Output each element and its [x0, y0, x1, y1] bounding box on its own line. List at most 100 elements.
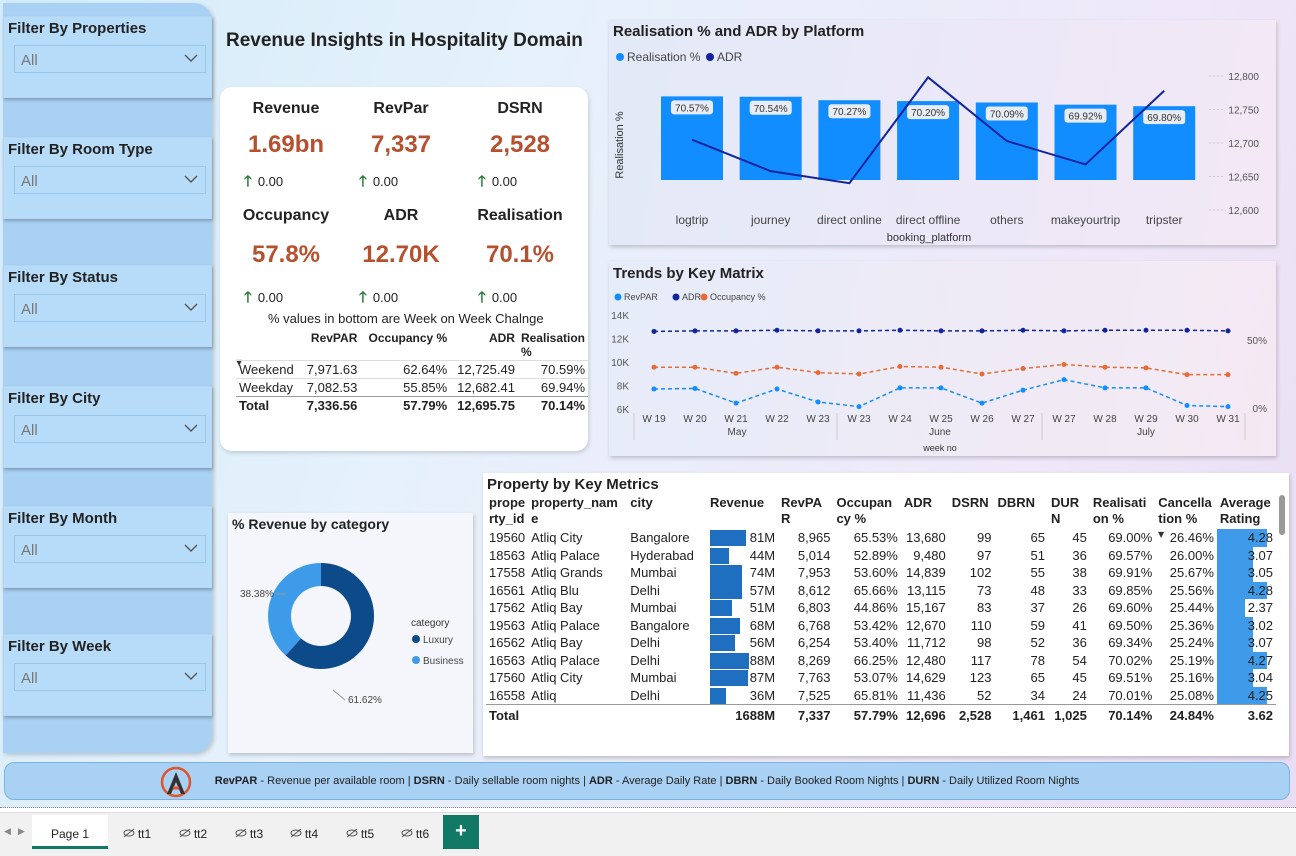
data-point[interactable] [692, 328, 698, 334]
tab-page-1[interactable]: Page 1 [32, 815, 108, 849]
data-point[interactable] [692, 364, 698, 370]
data-point[interactable] [979, 400, 985, 406]
data-point[interactable] [1061, 328, 1067, 334]
data-point[interactable] [979, 328, 985, 334]
column-header[interactable]: city [627, 493, 707, 529]
scroll-left-icon[interactable]: ◀ [4, 827, 11, 837]
data-point[interactable] [733, 370, 739, 376]
data-point[interactable] [1061, 377, 1067, 383]
data-point[interactable] [815, 328, 821, 334]
table-cell: 69.34% [1108, 635, 1153, 650]
data-point[interactable] [1184, 402, 1190, 408]
table-row[interactable]: 17560 Atliq City Mumbai 87M 7,763 53.07% 14,62… [486, 669, 1276, 687]
data-point[interactable] [938, 328, 944, 334]
table-row[interactable]: 18563 Atliq Palace Hyderabad 44M 5,014 52.89%… [486, 546, 1276, 564]
data-point[interactable] [979, 371, 985, 377]
data-point[interactable] [1143, 385, 1149, 391]
column-header[interactable]: Average Rating [1217, 493, 1276, 529]
table-row[interactable]: 16561 Atliq Blu Delhi 57M 8,612 65.66% 13,115 7… [486, 581, 1276, 599]
column-header[interactable]: Realisation % [1090, 493, 1155, 529]
table-row[interactable]: 19563 Atliq Palace Bangalore 68M 6,768 53.42%… [486, 616, 1276, 634]
data-point[interactable] [897, 364, 903, 370]
table-cell: 41 [1072, 617, 1087, 633]
total-cell: 3.62 [1247, 707, 1273, 723]
tab-hidden-page[interactable]: tt2 [166, 815, 220, 849]
tab-hidden-page[interactable]: tt5 [333, 815, 387, 849]
data-point[interactable] [1102, 327, 1108, 333]
table-scrollbar[interactable] [1279, 495, 1285, 535]
data-point[interactable] [1184, 327, 1190, 333]
data-point[interactable] [1102, 385, 1108, 391]
table-row[interactable]: 17562 Atliq Bay Mumbai 51M 6,803 44.86% 15,167… [486, 599, 1276, 617]
table-cell: Atliq Palace [531, 547, 600, 563]
filter-dropdown[interactable]: All [14, 166, 206, 194]
data-point[interactable] [1020, 327, 1026, 333]
data-point[interactable] [774, 327, 780, 333]
table-cell: 70.02% [1108, 652, 1153, 668]
add-page-button[interactable]: + [443, 815, 479, 849]
tab-hidden-page[interactable]: tt1 [110, 815, 164, 849]
data-point[interactable] [856, 371, 862, 377]
data-point[interactable] [1184, 372, 1190, 378]
column-header[interactable]: Cancellation % [1155, 493, 1217, 529]
tab-hidden-page[interactable]: tt6 [388, 815, 442, 849]
x-tick-label: W 28 [1093, 414, 1117, 425]
donut-slice[interactable] [268, 563, 321, 656]
column-header[interactable]: ADR [901, 493, 949, 529]
data-point[interactable] [1143, 365, 1149, 371]
column-header[interactable]: Revenue [707, 493, 778, 529]
sort-down-icon[interactable]: ▼ [1158, 530, 1164, 539]
tab-hidden-page[interactable]: tt4 [277, 815, 331, 849]
column-header[interactable]: Occupancy % [833, 493, 900, 529]
column-header[interactable]: property_id [486, 493, 528, 529]
data-point[interactable] [938, 364, 944, 370]
column-header[interactable]: DURN [1048, 493, 1090, 529]
data-point[interactable] [1020, 387, 1026, 393]
data-point[interactable] [815, 370, 821, 376]
column-header[interactable]: RevPAR [778, 493, 833, 529]
filter-dropdown[interactable]: All [14, 535, 206, 563]
filter-dropdown[interactable]: All [14, 45, 206, 73]
series-line[interactable] [653, 378, 1229, 408]
column-header[interactable]: DBRN [995, 493, 1048, 529]
column-header[interactable]: property_name [528, 493, 627, 529]
kpi-label: Revenue [252, 100, 320, 117]
data-point[interactable] [897, 385, 903, 391]
table-cell: 65.66% [853, 582, 898, 598]
data-point[interactable] [733, 400, 739, 406]
data-point[interactable] [733, 328, 739, 334]
column-header[interactable]: DSRN [949, 493, 995, 529]
filter-dropdown[interactable]: All [14, 415, 206, 443]
table-row[interactable]: 16562 Atliq Bay Delhi 56M 6,254 53.40% 11,712 9… [486, 634, 1276, 652]
plus-icon: + [455, 820, 467, 842]
tab-hidden-page[interactable]: tt3 [222, 815, 276, 849]
filter-dropdown[interactable]: All [14, 663, 206, 691]
data-point[interactable] [1225, 404, 1231, 410]
page-tab-bar: ◀ ▶ Page 1 tt1 tt2 tt3 tt4 tt5 tt6 + [0, 812, 1296, 856]
filter-dropdown[interactable]: All [14, 294, 206, 322]
table-cell: 69.51% [1108, 670, 1153, 685]
table-row[interactable]: 17558 Atliq Grands Mumbai 74M 7,953 53.60% 14,… [486, 564, 1276, 599]
data-point[interactable] [692, 385, 698, 391]
data-point[interactable] [651, 386, 657, 392]
data-point[interactable] [897, 327, 903, 333]
data-point[interactable] [651, 328, 657, 334]
data-point[interactable] [1143, 327, 1149, 333]
data-point[interactable] [1020, 366, 1026, 372]
table-row[interactable]: 16558 Atliq Delhi 36M 7,525 65.81% 11,436 52 34 2… [486, 686, 1276, 704]
data-point[interactable] [938, 385, 944, 391]
x-tick-label: W 31 [1216, 414, 1240, 425]
data-point[interactable] [856, 404, 862, 410]
data-point[interactable] [1225, 372, 1231, 378]
table-row[interactable]: 16563 Atliq Palace Delhi 88M 8,269 66.25% 12,4… [486, 651, 1276, 669]
data-point[interactable] [1225, 328, 1231, 334]
data-point[interactable] [651, 364, 657, 370]
data-point[interactable] [815, 399, 821, 405]
table-cell: 25.36% [1169, 617, 1214, 633]
data-point[interactable] [1061, 361, 1067, 367]
data-point[interactable] [856, 328, 862, 334]
data-point[interactable] [1102, 364, 1108, 370]
data-point[interactable] [774, 364, 780, 370]
data-point[interactable] [774, 386, 780, 392]
scroll-right-icon[interactable]: ▶ [18, 827, 25, 837]
